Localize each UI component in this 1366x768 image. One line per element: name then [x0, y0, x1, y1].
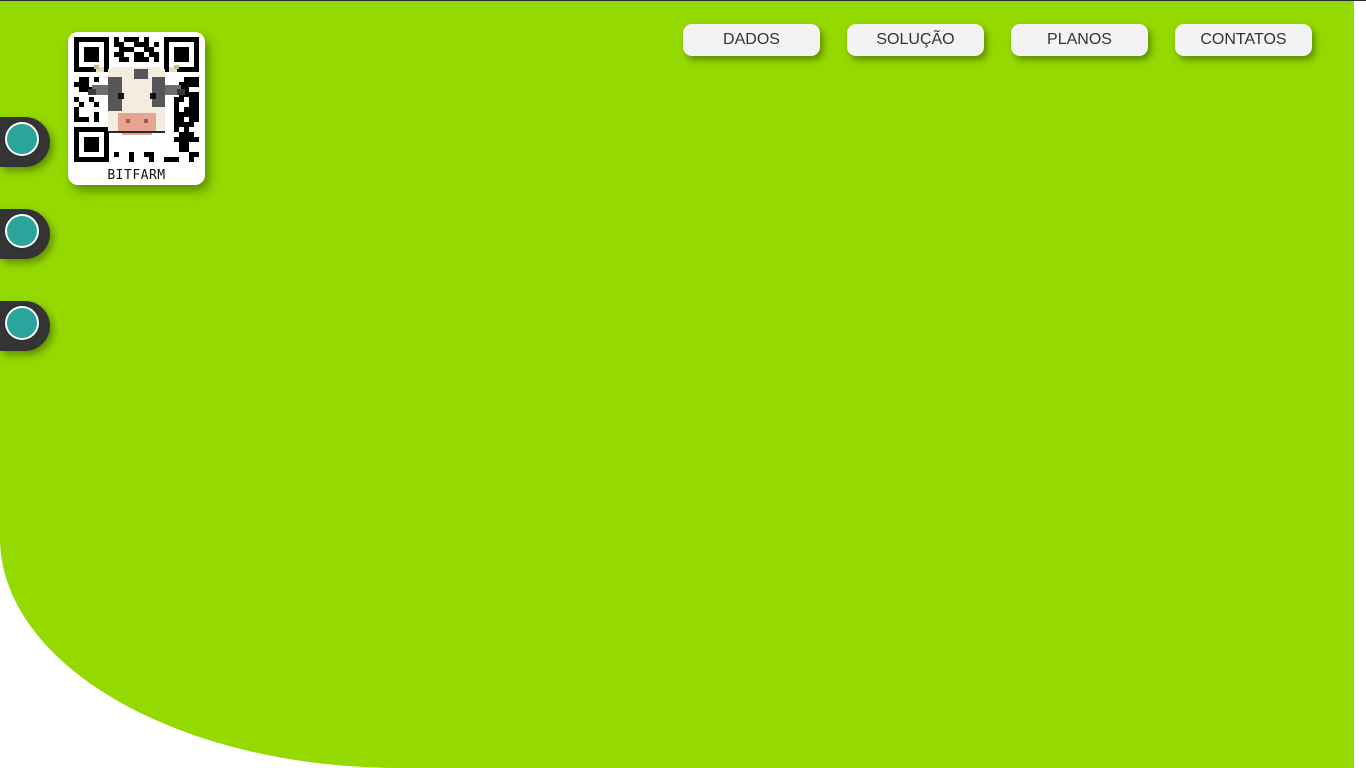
page: BITFARM DADOS SOLUÇÃO PLANOS CONTATOS [0, 0, 1366, 768]
qr-cow-logo-icon [74, 37, 199, 162]
main-nav: DADOS SOLUÇÃO PLANOS CONTATOS [683, 24, 1312, 56]
logo[interactable]: BITFARM [68, 32, 205, 185]
nav-button-contatos[interactable]: CONTATOS [1175, 24, 1312, 56]
top-rule [0, 0, 1366, 1]
nav-button-dados[interactable]: DADOS [683, 24, 820, 56]
nav-button-planos[interactable]: PLANOS [1011, 24, 1148, 56]
circle-toggle-icon [5, 214, 39, 248]
logo-text: BITFARM [107, 168, 166, 183]
side-toggle-2[interactable] [0, 209, 50, 259]
nav-button-solucao[interactable]: SOLUÇÃO [847, 24, 984, 56]
circle-toggle-icon [5, 306, 39, 340]
scroll-strip [1354, 0, 1366, 768]
side-toggle-1[interactable] [0, 117, 50, 167]
side-toggle-3[interactable] [0, 301, 50, 351]
circle-toggle-icon [5, 122, 39, 156]
